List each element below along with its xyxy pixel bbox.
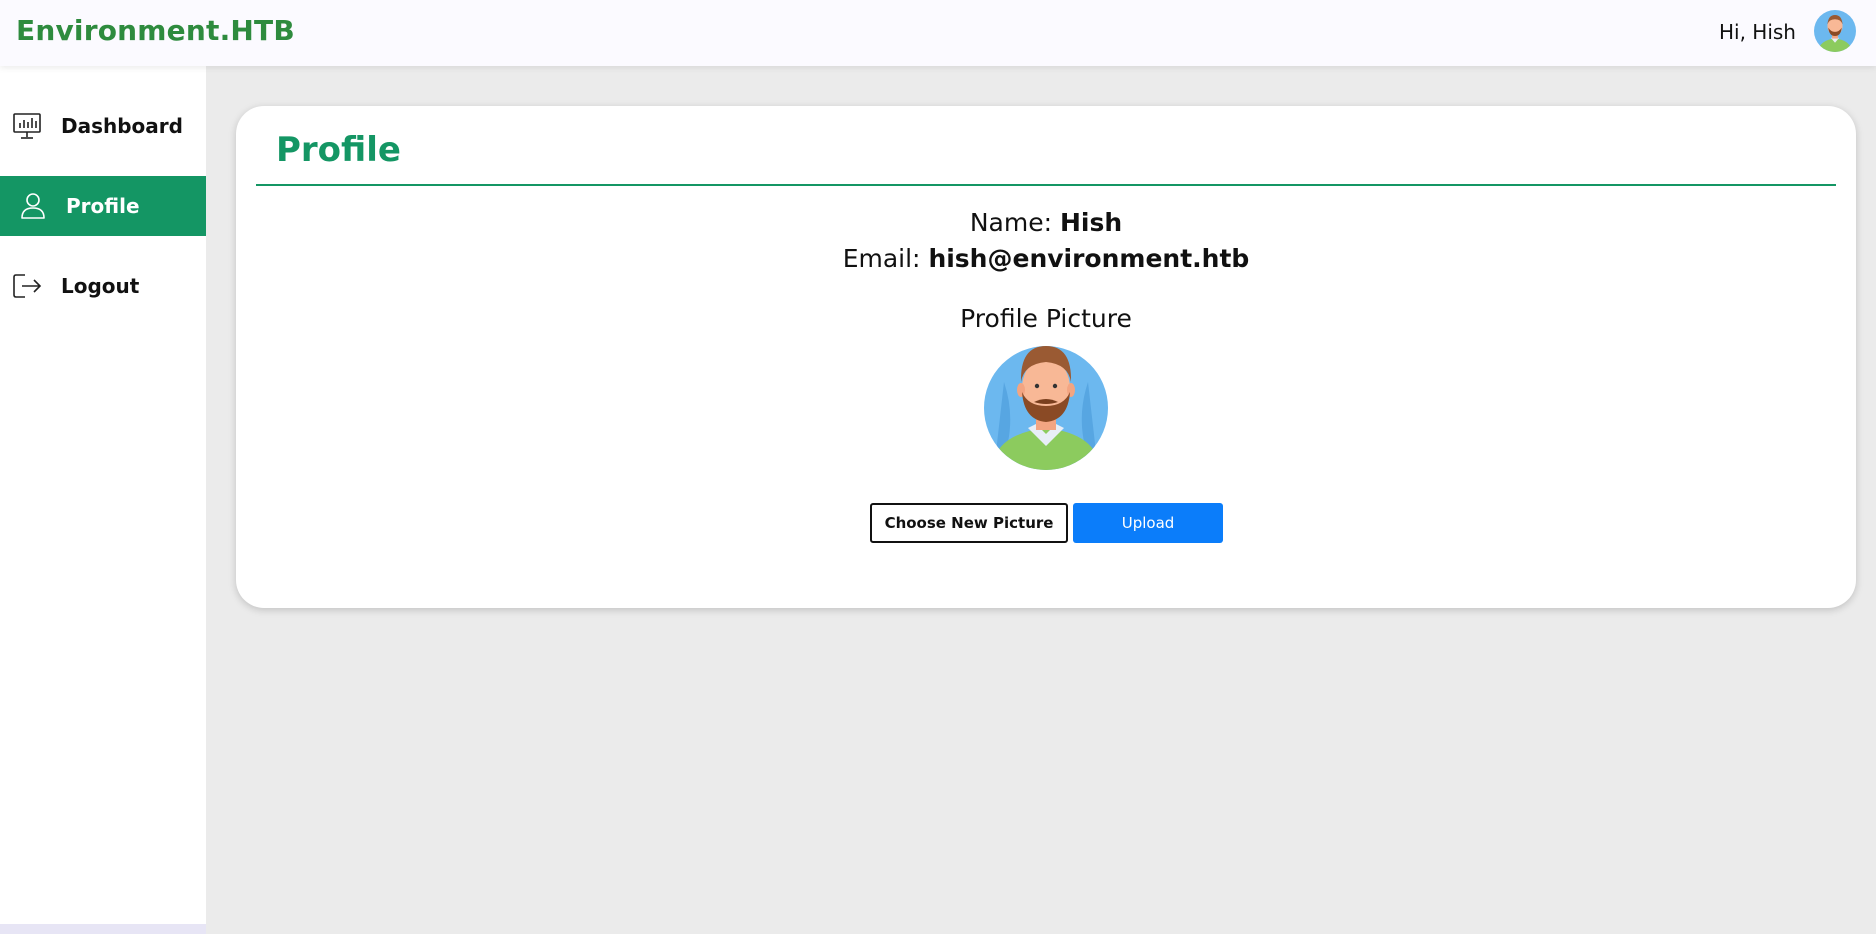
user-avatar-icon[interactable]	[1814, 10, 1856, 52]
brand-logo-text[interactable]: Environment.HTB	[16, 14, 295, 47]
email-label: Email:	[842, 244, 921, 273]
sidebar-item-dashboard[interactable]: Dashboard	[0, 96, 206, 156]
sidebar-footer-strip	[0, 924, 206, 934]
sidebar-item-label: Logout	[61, 274, 140, 298]
upload-button[interactable]: Upload	[1073, 503, 1223, 543]
user-greeting: Hi, Hish	[1718, 20, 1796, 44]
user-icon	[21, 193, 45, 219]
page-title: Profile	[276, 130, 401, 170]
profile-card: Profile Name: Hish Email: hish@environme…	[236, 106, 1856, 608]
title-divider	[256, 184, 1836, 186]
name-value: Hish	[1059, 208, 1123, 237]
dashboard-chart-icon	[13, 113, 41, 139]
top-navbar: Environment.HTB Hi, Hish	[0, 0, 1876, 66]
logout-icon	[13, 274, 42, 298]
profile-picture-avatar	[984, 346, 1108, 470]
choose-new-picture-button[interactable]: Choose New Picture	[870, 503, 1068, 543]
email-value: hish@environment.htb	[928, 244, 1250, 273]
sidebar-item-label: Dashboard	[61, 114, 183, 138]
name-label: Name:	[969, 208, 1053, 237]
profile-name-line: Name: Hish	[236, 208, 1856, 237]
profile-email-line: Email: hish@environment.htb	[236, 244, 1856, 273]
sidebar-item-label: Profile	[66, 194, 140, 218]
sidebar-item-profile[interactable]: Profile	[0, 176, 206, 236]
sidebar: Dashboard Profile Logout	[0, 66, 206, 924]
profile-picture-title: Profile Picture	[960, 304, 1132, 333]
sidebar-item-logout[interactable]: Logout	[0, 256, 206, 316]
